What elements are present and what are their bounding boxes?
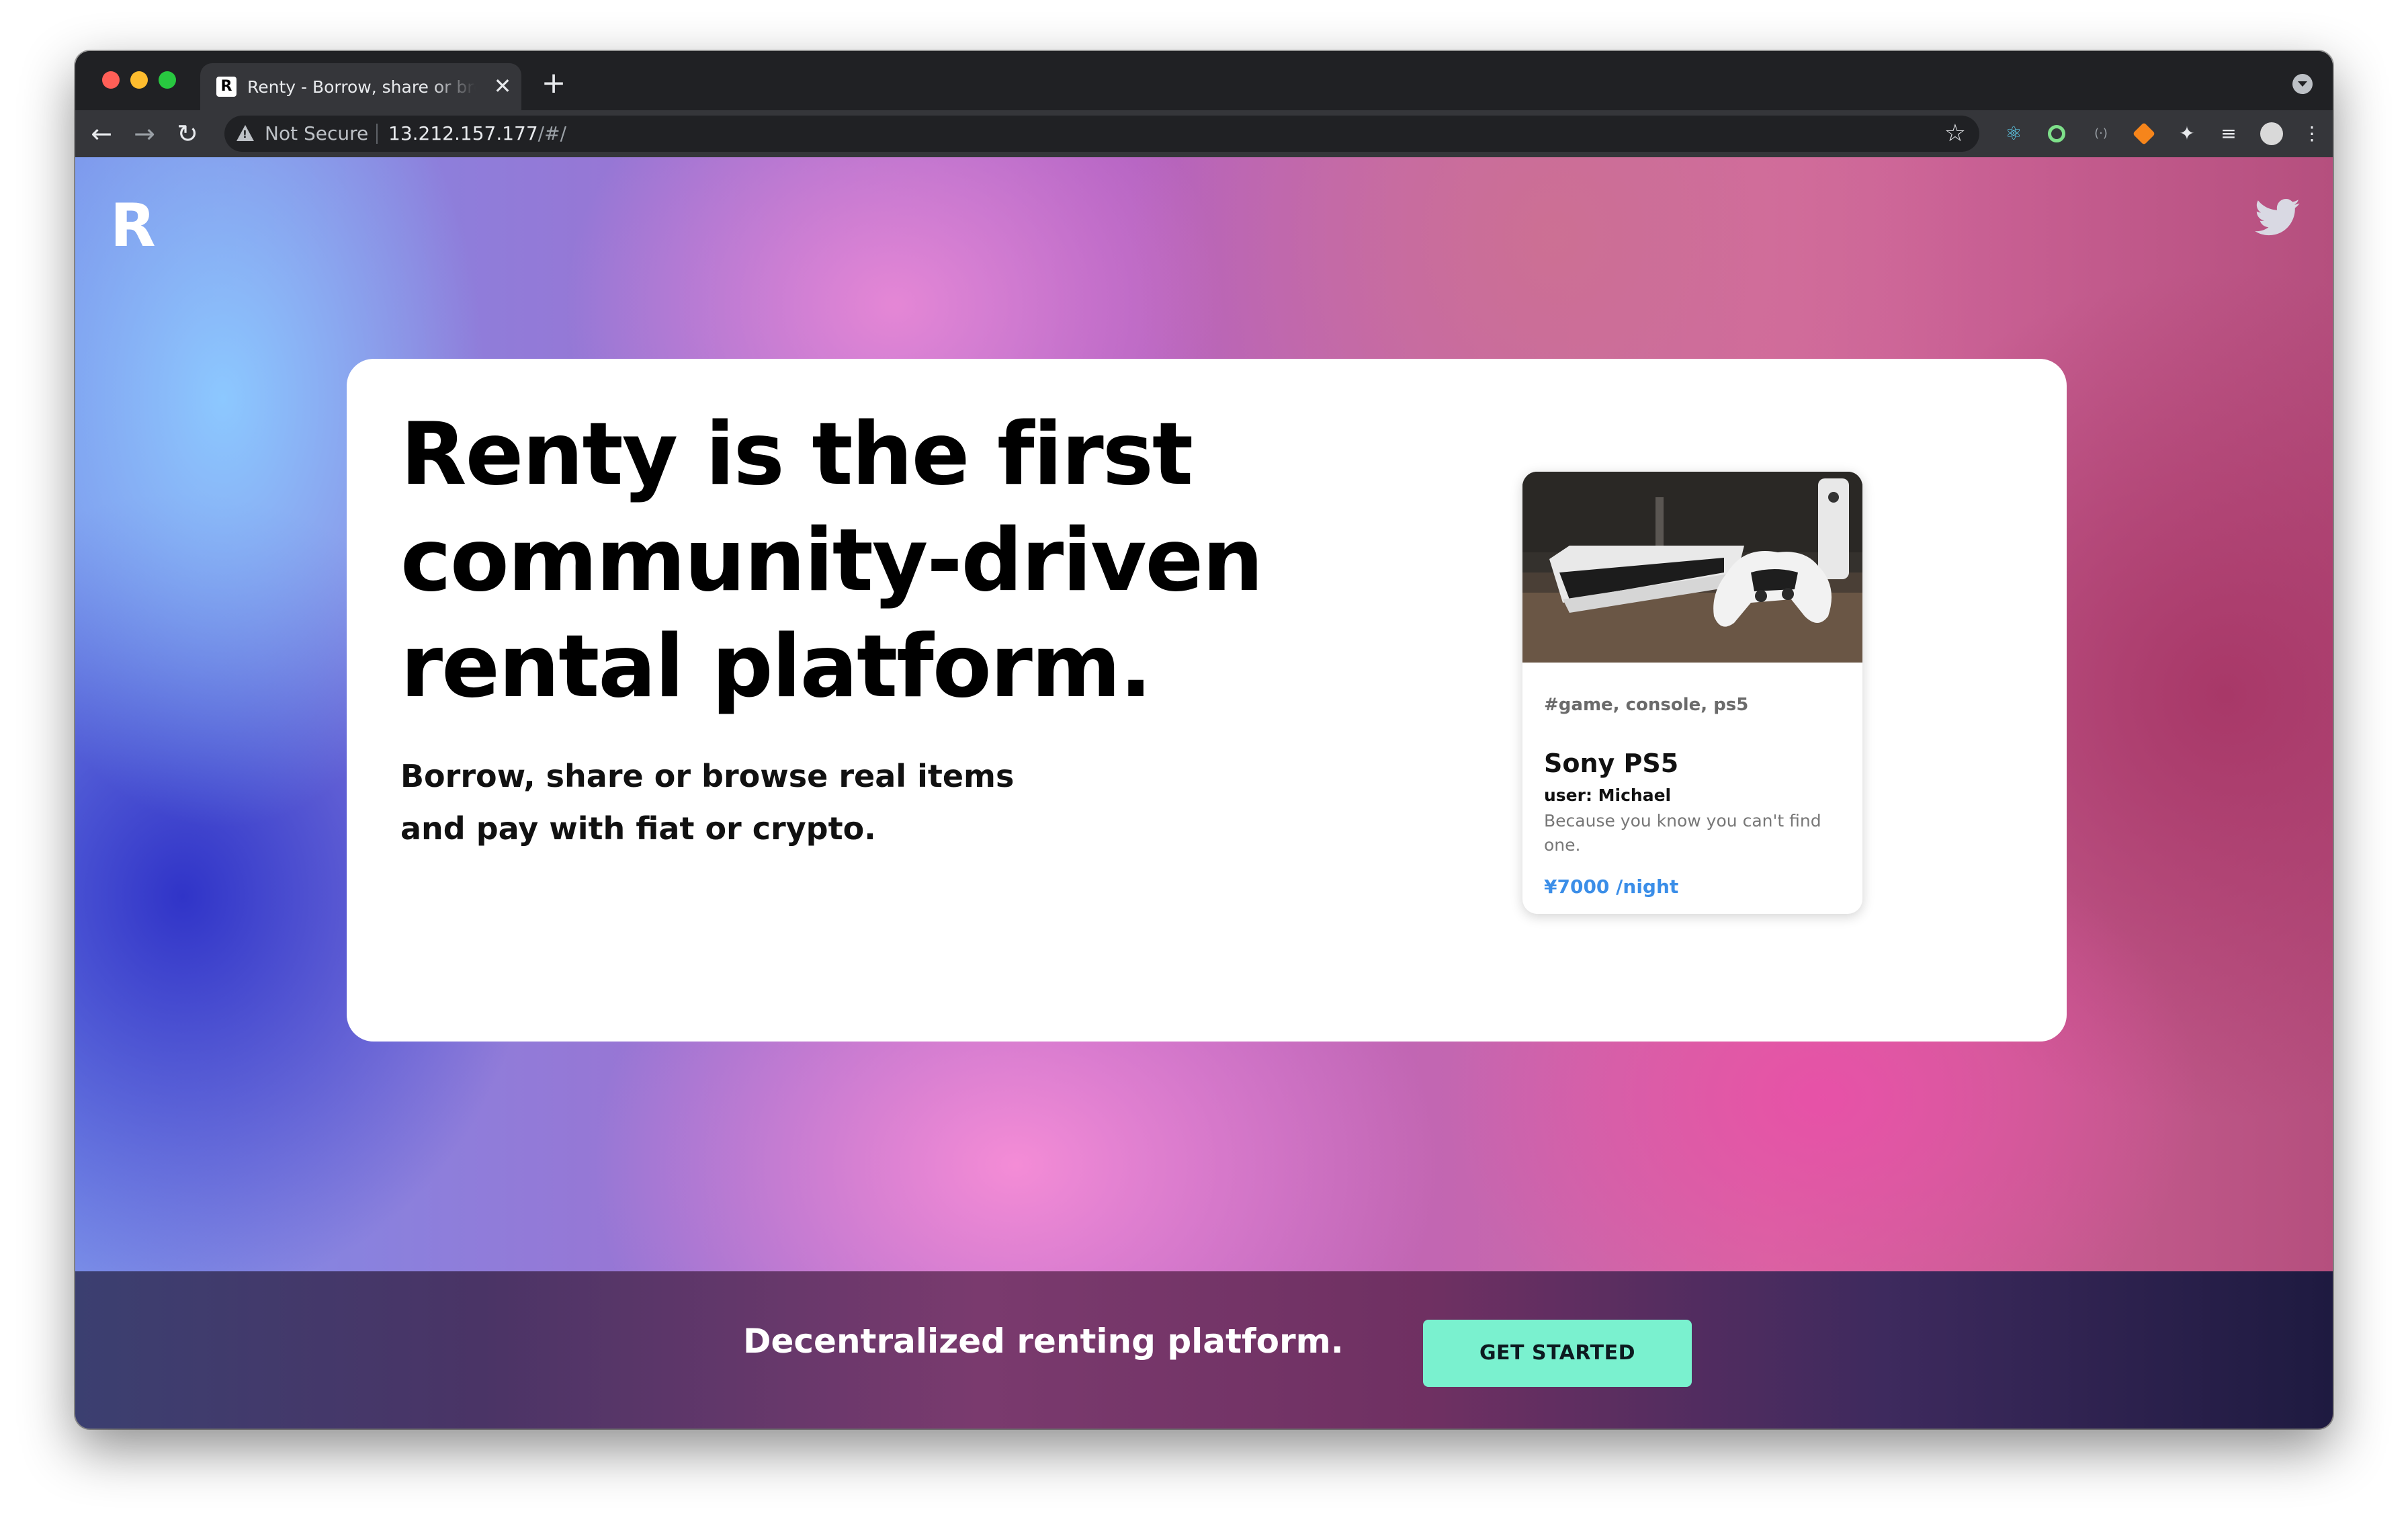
tab-search-icon[interactable] <box>2292 74 2313 94</box>
close-window-button[interactable] <box>102 71 120 89</box>
renty-logo[interactable]: R <box>110 196 164 255</box>
item-card[interactable]: #game, console, ps5 Sony PS5 user: Micha… <box>1522 472 1862 914</box>
metamask-fox-icon[interactable] <box>2131 121 2157 146</box>
footer-banner: Decentralized renting platform. GET STAR… <box>75 1271 2333 1429</box>
bracket-extension-icon[interactable]: (·) <box>2088 121 2114 146</box>
hero-title-line: rental platform. <box>400 617 1152 717</box>
minimize-window-button[interactable] <box>130 71 148 89</box>
item-photo <box>1522 472 1862 663</box>
hero-title-line: Renty is the first <box>400 405 1193 505</box>
url-host: 13.212.157.177 <box>388 122 538 144</box>
tab-title: Renty - Borrow, share or browse real ite… <box>247 77 476 97</box>
tab-renty[interactable]: R Renty - Borrow, share or browse real i… <box>200 63 521 110</box>
hero-card: Renty is the first community-driven rent… <box>347 359 2067 1042</box>
hero-subtitle-line: Borrow, share or browse real items <box>400 758 1015 794</box>
get-started-button[interactable]: GET STARTED <box>1423 1320 1692 1387</box>
back-button[interactable]: ← <box>86 118 117 149</box>
maximize-window-button[interactable] <box>159 71 176 89</box>
tab-strip: R Renty - Borrow, share or browse real i… <box>75 51 2333 110</box>
reload-button[interactable]: ↻ <box>172 118 203 149</box>
close-tab-icon[interactable]: ✕ <box>490 74 515 98</box>
item-tags: #game, console, ps5 <box>1544 695 1749 715</box>
puzzle-extensions-icon[interactable]: ✦ <box>2174 121 2200 146</box>
footer-tagline: Decentralized renting platform. <box>743 1322 1344 1361</box>
item-description: Because you know you can't find one. <box>1544 811 1821 855</box>
favicon-icon: R <box>216 77 236 97</box>
browser-menu-icon[interactable]: ⋮ <box>2299 121 2325 146</box>
hero-title-line: community-driven <box>400 511 1263 611</box>
browser-toolbar: ← → ↻ Not Secure 13.212.157.177/#/ ☆ ⚛ (… <box>75 110 2333 157</box>
hero-title: Renty is the first community-driven rent… <box>400 402 1341 720</box>
url-text[interactable]: 13.212.157.177/#/ <box>388 122 566 145</box>
page-viewport: R Renty is the first community-driven re… <box>75 157 2333 1429</box>
forward-button[interactable]: → <box>129 118 160 149</box>
bookmark-star-icon[interactable]: ☆ <box>1944 120 1966 148</box>
item-price: ¥7000 /night <box>1544 876 1679 898</box>
twitter-icon[interactable] <box>2255 198 2300 238</box>
item-title[interactable]: Sony PS5 <box>1544 747 1678 779</box>
profile-avatar-icon[interactable] <box>2259 121 2284 146</box>
item-owner: user: Michael <box>1544 786 1672 805</box>
address-bar[interactable]: Not Secure 13.212.157.177/#/ ☆ <box>224 116 1979 152</box>
hero-subtitle: Borrow, share or browse real items and p… <box>400 750 1140 855</box>
warning-icon[interactable] <box>236 125 254 141</box>
address-divider <box>376 124 378 144</box>
react-devtools-icon[interactable]: ⚛ <box>2001 121 2026 146</box>
hero-subtitle-line: and pay with fiat or crypto. <box>400 810 876 847</box>
new-tab-button[interactable]: + <box>539 69 568 98</box>
browser-window: R Renty - Borrow, share or browse real i… <box>75 51 2333 1429</box>
url-path: /#/ <box>538 122 566 144</box>
reading-list-icon[interactable]: ≡ <box>2216 121 2241 146</box>
security-label[interactable]: Not Secure <box>265 122 368 145</box>
green-circle-extension-icon[interactable] <box>2044 121 2069 146</box>
